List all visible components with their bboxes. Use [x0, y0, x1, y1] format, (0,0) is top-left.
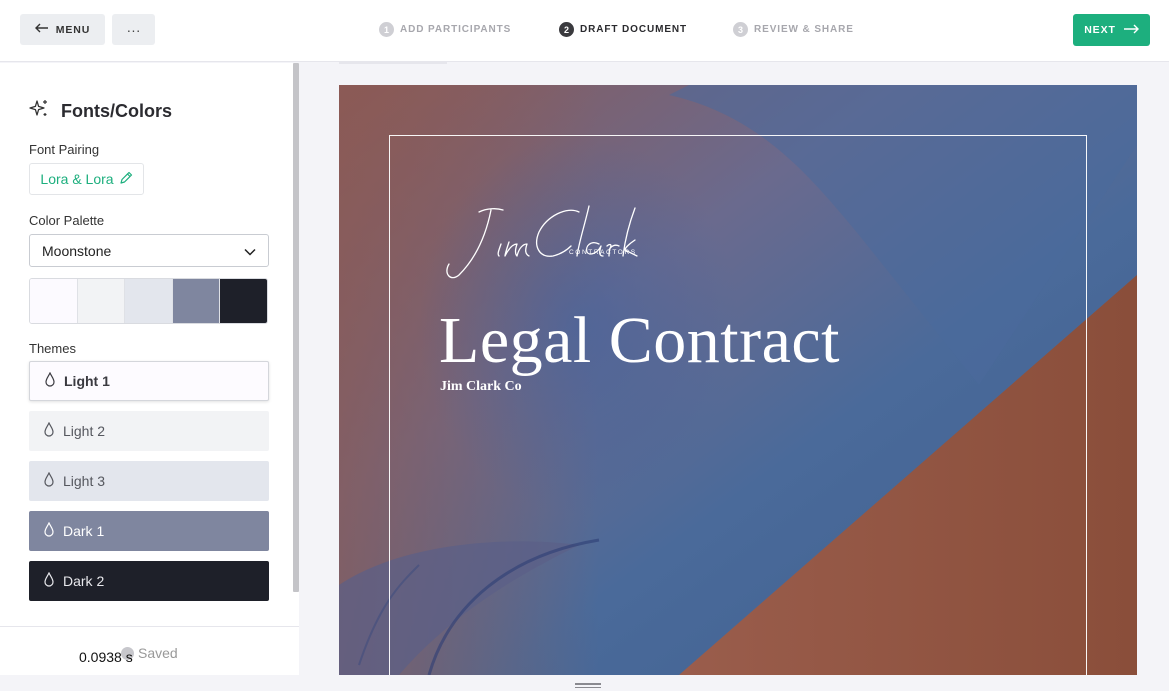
logo-caption: CONTRACTORS — [569, 249, 637, 256]
document-title[interactable]: Legal Contract — [439, 303, 840, 379]
step-number: 3 — [733, 22, 748, 37]
step-number: 2 — [559, 22, 574, 37]
step-label: ADD PARTICIPANTS — [400, 24, 512, 35]
font-pairing-button[interactable]: Lora & Lora — [29, 163, 144, 195]
color-palette-select[interactable]: Moonstone — [29, 234, 269, 267]
theme-option[interactable]: Dark 2 — [29, 561, 269, 601]
theme-option[interactable]: Dark 1 — [29, 511, 269, 551]
droplet-icon — [43, 421, 55, 440]
theme-option[interactable]: Light 3 — [29, 461, 269, 501]
color-palette-label: Color Palette — [29, 213, 105, 228]
theme-option[interactable]: Light 1 — [29, 361, 269, 401]
droplet-icon — [43, 521, 55, 540]
document-subtitle[interactable]: Jim Clark Co — [440, 379, 522, 395]
step-add-participants[interactable]: 1 ADD PARTICIPANTS — [379, 22, 511, 37]
theme-label: Dark 1 — [63, 523, 105, 539]
step-number: 1 — [379, 22, 394, 37]
chevron-down-icon — [244, 243, 256, 259]
save-status-label: Saved — [138, 645, 178, 661]
droplet-icon — [44, 371, 56, 390]
sidebar: Fonts/Colors Font Pairing Lora & Lora Co… — [0, 63, 299, 675]
panel-title: Fonts/Colors — [61, 101, 172, 121]
step-label: DRAFT DOCUMENT — [580, 24, 688, 35]
document-page[interactable]: CONTRACTORS Legal Contract Jim Clark Co — [339, 85, 1137, 675]
stepper: 1 ADD PARTICIPANTS 2 DRAFT DOCUMENT 3 RE… — [0, 22, 1169, 38]
resize-handle[interactable] — [575, 683, 601, 689]
color-palette-value: Moonstone — [42, 242, 112, 259]
next-button[interactable]: NEXT — [1073, 14, 1150, 46]
render-timing: 0.0938 s — [79, 649, 133, 665]
theme-label: Light 3 — [63, 473, 106, 489]
palette-swatch[interactable] — [30, 279, 78, 323]
palette-swatch[interactable] — [77, 279, 126, 323]
themes-label: Themes — [29, 341, 76, 356]
sparkle-icon — [29, 99, 49, 124]
theme-option[interactable]: Light 2 — [29, 411, 269, 451]
theme-label: Light 2 — [63, 423, 106, 439]
step-review-share[interactable]: 3 REVIEW & SHARE — [733, 22, 854, 37]
palette-swatch[interactable] — [172, 279, 221, 323]
sidebar-footer: Saved 0.0938 s — [0, 626, 299, 675]
palette-swatches — [29, 278, 268, 324]
step-label: REVIEW & SHARE — [754, 24, 854, 35]
next-button-label: NEXT — [1084, 24, 1116, 36]
sidebar-scrollbar[interactable] — [293, 63, 299, 592]
droplet-icon — [43, 571, 55, 590]
palette-swatch[interactable] — [125, 279, 173, 323]
arrow-right-icon — [1123, 24, 1139, 37]
company-logo: CONTRACTORS — [439, 200, 649, 285]
step-draft-document[interactable]: 2 DRAFT DOCUMENT — [559, 22, 687, 37]
palette-swatch[interactable] — [220, 279, 267, 323]
page-tab-indicator — [339, 62, 447, 64]
top-bar: MENU ··· 1 ADD PARTICIPANTS 2 DRAFT DOCU… — [0, 0, 1169, 62]
font-pairing-value: Lora & Lora — [40, 171, 114, 187]
droplet-icon — [43, 471, 55, 490]
font-pairing-label: Font Pairing — [29, 142, 100, 157]
pencil-icon — [119, 171, 133, 188]
theme-label: Light 1 — [64, 373, 110, 389]
theme-label: Dark 2 — [63, 573, 105, 589]
panel-header: Fonts/Colors — [29, 99, 172, 124]
